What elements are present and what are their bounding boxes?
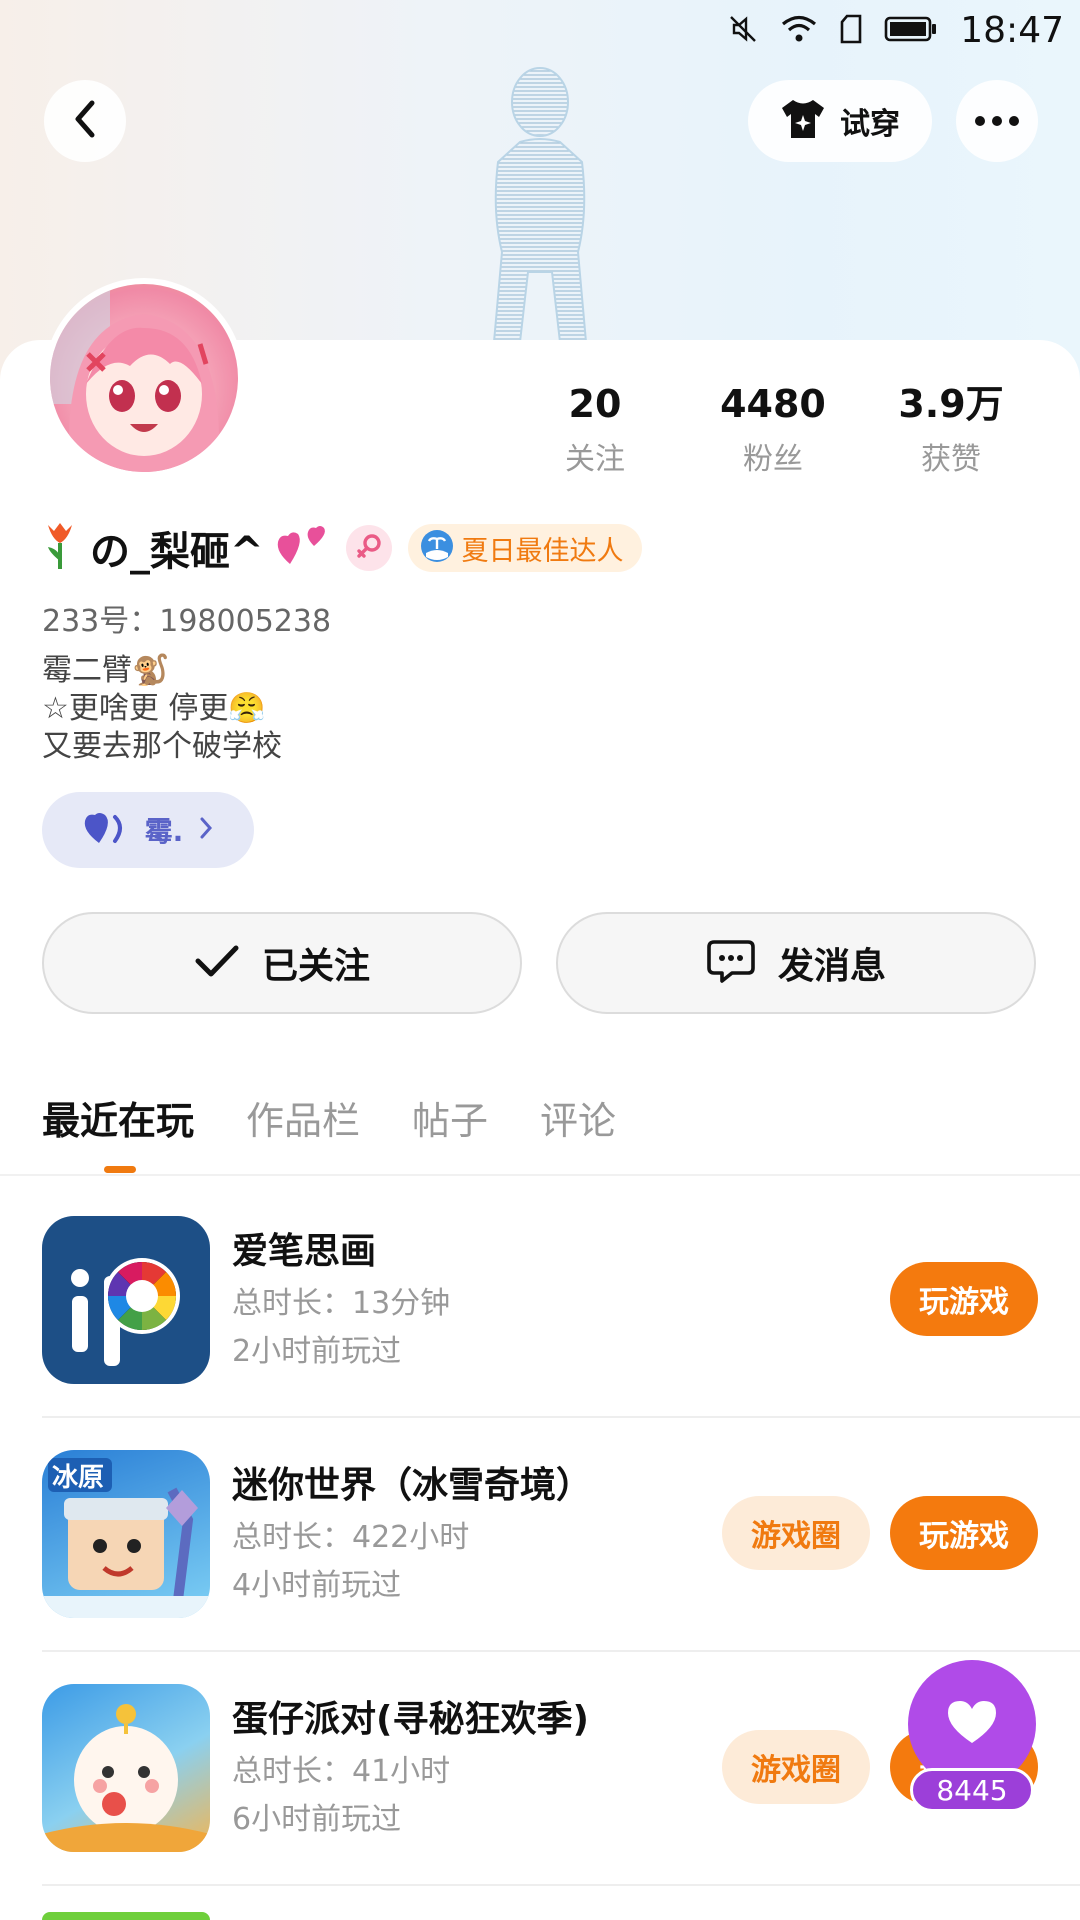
try-on-button[interactable]: 试穿 — [748, 80, 932, 162]
avatar[interactable] — [44, 278, 244, 478]
game-circle-button[interactable]: 游戏圈 — [722, 1730, 870, 1804]
female-symbol-icon — [354, 531, 384, 565]
stat-likes[interactable]: 3.9万 获赞 — [862, 380, 1040, 478]
island-badge-icon — [420, 529, 454, 567]
stat-followers[interactable]: 4480 粉丝 — [684, 380, 862, 478]
ibispaint-app-icon[interactable] — [42, 1216, 210, 1384]
following-label: 已关注 — [261, 946, 370, 987]
stat-value: 3.9万 — [898, 382, 1004, 426]
tulip-icon — [42, 521, 78, 575]
bio-line: ☆更啥更 停更😤 — [42, 691, 266, 726]
bio-line: 霉二臂🐒 — [42, 653, 170, 688]
fan-tag-label: 霉. — [144, 815, 184, 848]
wifi-icon — [780, 14, 818, 48]
following-button[interactable]: 已关注 — [42, 912, 522, 1014]
stat-label: 粉丝 — [743, 442, 803, 477]
game-last-played: 6小时前玩过 — [232, 1802, 402, 1837]
active-tab-indicator — [104, 1166, 136, 1173]
send-message-label: 发消息 — [777, 946, 886, 987]
game-name: 迷你世界（冰雪奇境） — [232, 1465, 593, 1506]
stat-following[interactable]: 20 关注 — [506, 380, 684, 478]
game-total-time: 总时长：41小时 — [232, 1754, 451, 1789]
more-options-button[interactable] — [956, 80, 1038, 162]
try-on-label: 试穿 — [840, 107, 900, 142]
back-button[interactable] — [44, 80, 126, 162]
username-row: の_梨砸^ 夏日最佳达人 — [42, 520, 642, 576]
mute-icon — [728, 14, 758, 48]
game-name: 蛋仔派对(寻秘狂欢季) — [232, 1699, 589, 1740]
game-row[interactable]: 爱笔思画 总时长：13分钟 2小时前玩过 玩游戏 — [42, 1216, 1038, 1448]
sim-icon — [840, 14, 862, 48]
play-game-button[interactable]: 玩游戏 — [890, 1496, 1038, 1570]
tab-comments[interactable]: 评论 — [540, 1090, 616, 1145]
title-badge-label: 夏日最佳达人 — [461, 535, 624, 567]
battery-icon — [884, 15, 938, 47]
tab-recently-played[interactable]: 最近在玩 — [42, 1090, 194, 1145]
game-total-time: 总时长：13分钟 — [232, 1286, 451, 1321]
game-row[interactable]: 蛋仔派对(寻秘狂欢季) 总时长：41小时 6小时前玩过 游戏圈 玩游戏 — [42, 1684, 1038, 1916]
divider — [42, 1650, 1080, 1652]
profile-stats: 20 关注 4480 粉丝 3.9万 获赞 — [506, 380, 1040, 478]
game-last-played: 2小时前玩过 — [232, 1334, 402, 1369]
game-last-played: 4小时前玩过 — [232, 1568, 402, 1603]
status-bar: 18:47 — [0, 0, 1080, 62]
game-row[interactable]: 冰原 迷你世界（冰雪奇境） 总时长：422小时 4小时前玩过 游戏圈 玩游戏 — [42, 1450, 1038, 1682]
stat-value: 4480 — [720, 382, 826, 426]
stat-value: 20 — [568, 382, 622, 426]
game-total-time: 总时长：422小时 — [232, 1520, 470, 1555]
profile-tabs: 最近在玩 作品栏 帖子 评论 — [42, 1090, 616, 1145]
checkmark-icon — [194, 943, 240, 983]
mini-world-icon-text: 冰原 — [52, 1463, 104, 1493]
stat-label: 关注 — [565, 442, 625, 477]
stat-label: 获赞 — [921, 442, 981, 477]
username: の_梨砸^ — [90, 529, 264, 575]
heart-icon — [944, 1697, 1000, 1751]
chevron-right-icon — [199, 816, 213, 844]
avatar-mannequin-image — [460, 62, 620, 343]
clock: 18:47 — [960, 10, 1064, 51]
bio-line: 又要去那个破学校 — [42, 729, 282, 764]
like-count: 8445 — [910, 1768, 1034, 1812]
like-widget[interactable]: 8445 — [908, 1660, 1036, 1812]
more-dots-icon — [975, 116, 1019, 126]
play-game-button[interactable]: 玩游戏 — [890, 1262, 1038, 1336]
tab-works[interactable]: 作品栏 — [246, 1090, 360, 1145]
mini-world-app-icon[interactable]: 冰原 — [42, 1450, 210, 1618]
next-game-icon — [42, 1912, 210, 1920]
title-badge[interactable]: 夏日最佳达人 — [407, 524, 642, 572]
user-id: 233号：198005238 — [42, 604, 332, 639]
hearts-icon — [276, 524, 328, 572]
fan-group-tag[interactable]: 霉. — [42, 792, 254, 868]
bio: 霉二臂🐒 ☆更啥更 停更😤 又要去那个破学校 — [42, 652, 282, 766]
gender-badge — [345, 525, 392, 571]
heart-icon — [83, 811, 129, 849]
eggy-party-app-icon[interactable] — [42, 1684, 210, 1852]
send-message-button[interactable]: 发消息 — [556, 912, 1036, 1014]
game-name: 爱笔思画 — [232, 1231, 377, 1272]
tab-posts[interactable]: 帖子 — [412, 1090, 488, 1145]
game-circle-button[interactable]: 游戏圈 — [722, 1496, 870, 1570]
divider — [42, 1884, 1080, 1886]
chat-bubble-icon — [706, 938, 756, 988]
divider — [0, 1174, 1080, 1176]
tshirt-sparkle-icon — [780, 97, 826, 145]
chevron-left-icon — [70, 99, 100, 143]
divider — [42, 1416, 1080, 1418]
